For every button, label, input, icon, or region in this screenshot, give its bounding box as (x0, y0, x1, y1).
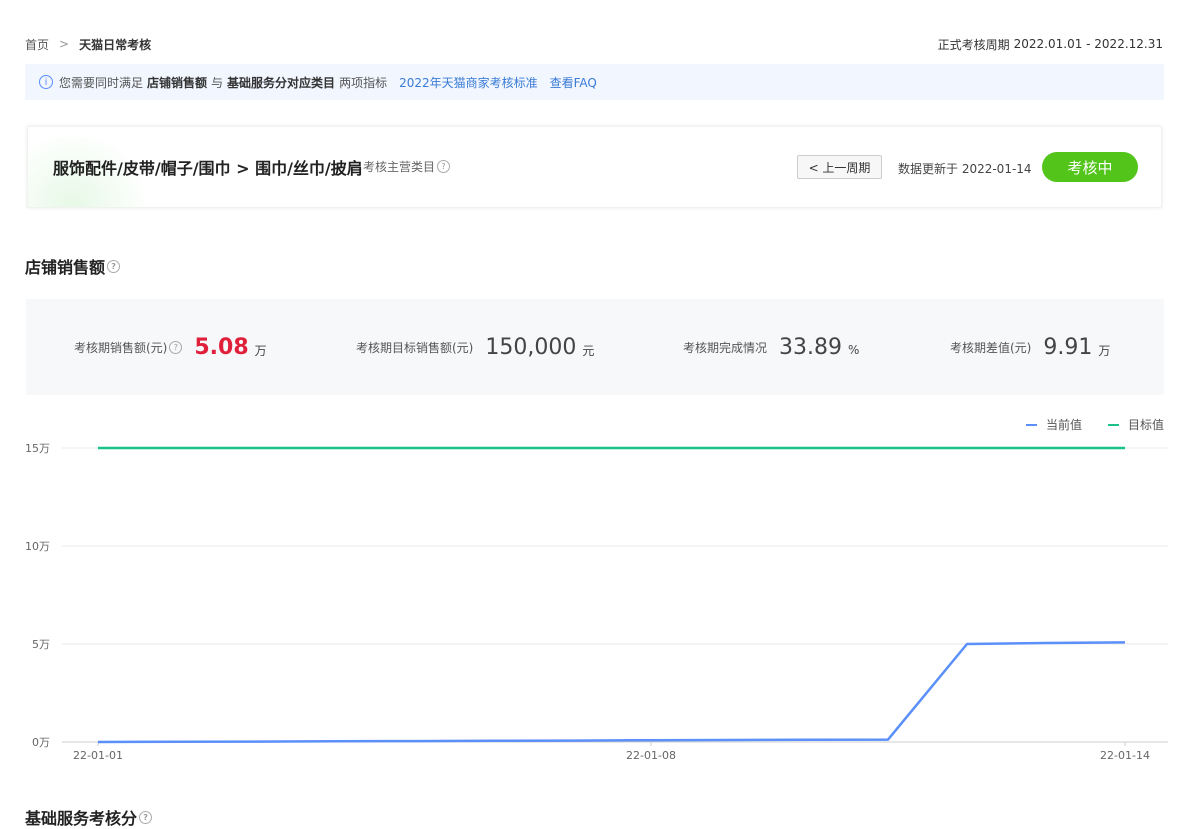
kpi-target-label: 考核期目标销售额(元) (356, 340, 474, 355)
notice-metric-sales: 店铺销售额 (147, 75, 208, 90)
y-tick-label: 10万 (25, 540, 50, 553)
kpi-card: 考核期销售额(元) ? 5.08 万 考核期目标销售额(元) 150,000 元… (26, 299, 1164, 395)
breadcrumb-home-link[interactable]: 首页 (25, 36, 49, 53)
previous-period-button[interactable]: < 上一周期 (797, 155, 882, 179)
x-tick-label: 22-01-01 (73, 749, 123, 762)
kpi-gap: 考核期差值(元) 9.91 万 (950, 299, 1110, 395)
kpi-sales-value: 5.08 (194, 334, 249, 360)
notice-suffix: 两项指标 (339, 75, 388, 90)
kpi-gap-unit: 万 (1098, 343, 1111, 358)
data-updated-text: 数据更新于 2022-01-14 (898, 162, 1032, 176)
breadcrumb: 首页 > 天猫日常考核 (25, 34, 151, 54)
legend-label[interactable]: 目标值 (1128, 417, 1164, 432)
kpi-sales: 考核期销售额(元) ? 5.08 万 (74, 299, 267, 395)
kpi-sales-label-text: 考核期销售额(元) (74, 340, 168, 355)
question-icon[interactable]: ? (169, 340, 183, 354)
kpi-completion-value: 33.89 (779, 334, 842, 360)
kpi-target: 考核期目标销售额(元) 150,000 元 (356, 299, 594, 395)
y-tick-label: 5万 (32, 638, 50, 651)
category-card: 服饰配件/皮带/帽子/围巾 > 围巾/丝巾/披肩 考核主营类目 ? < 上一周期… (27, 126, 1162, 208)
kpi-completion-unit: % (848, 343, 860, 357)
sales-section-title-text: 店铺销售额 (25, 258, 106, 277)
x-tick-label: 22-01-14 (1100, 749, 1150, 762)
category-sub-label: 考核主营类目 ? (363, 158, 451, 175)
kpi-completion: 考核期完成情况 33.89 % (683, 299, 859, 395)
period-range: 2022.01.01 - 2022.12.31 (1013, 37, 1163, 51)
kpi-completion-label: 考核期完成情况 (683, 340, 768, 355)
breadcrumb-current: 天猫日常考核 (79, 37, 152, 52)
notice-joiner: 与 (211, 75, 224, 90)
y-tick-label: 0万 (32, 736, 50, 749)
y-tick-label: 15万 (25, 442, 50, 455)
service-section-title: 基础服务考核分 ? (25, 805, 153, 829)
assessment-period: 正式考核周期 2022.01.01 - 2022.12.31 (938, 34, 1163, 54)
question-icon[interactable]: ? (107, 259, 121, 273)
kpi-sales-label: 考核期销售额(元) ? (74, 339, 183, 356)
x-tick-label: 22-01-08 (626, 749, 676, 762)
notice-prefix: 您需要同时满足 (59, 75, 144, 90)
info-icon: i (39, 75, 53, 89)
service-section-title-text: 基础服务考核分 (25, 809, 138, 828)
legend-label[interactable]: 当前值 (1046, 417, 1082, 432)
sales-section-title: 店铺销售额 ? (25, 254, 121, 278)
faq-link[interactable]: 查看FAQ (550, 74, 597, 91)
notice-metric-service: 基础服务分对应类目 (227, 75, 336, 90)
notice-bar: i 您需要同时满足 店铺销售额 与 基础服务分对应类目 两项指标 2022年天猫… (25, 64, 1164, 100)
status-badge[interactable]: 考核中 (1042, 152, 1138, 182)
category-path: 服饰配件/皮带/帽子/围巾 > 围巾/丝巾/披肩 (53, 159, 363, 178)
chevron-right-icon: > (59, 37, 70, 51)
kpi-target-value: 150,000 (485, 334, 577, 360)
kpi-sales-unit: 万 (254, 343, 267, 358)
kpi-gap-label: 考核期差值(元) (950, 340, 1032, 355)
sales-line-chart[interactable]: 0万 5万 10万 15万 22-01-01 22-01-08 22-01-14 当前值 目标值 (0, 405, 1191, 770)
series-line-current[interactable] (97, 641, 1126, 744)
kpi-gap-value: 9.91 (1043, 334, 1093, 360)
kpi-target-unit: 元 (582, 343, 595, 358)
question-icon[interactable]: ? (139, 810, 153, 824)
period-label: 正式考核周期 (937, 37, 1010, 52)
standard-link[interactable]: 2022年天猫商家考核标准 (399, 74, 538, 91)
question-icon[interactable]: ? (437, 160, 451, 173)
category-sub-text: 考核主营类目 (363, 160, 436, 174)
